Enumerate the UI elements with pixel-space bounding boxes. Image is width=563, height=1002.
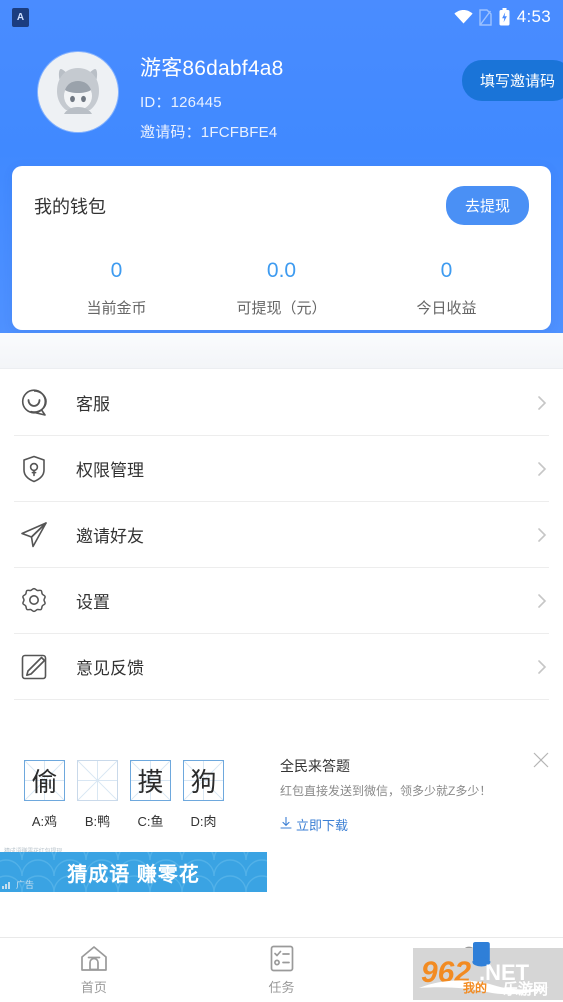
puzzle-option: D:肉	[190, 814, 217, 829]
svg-text:乐游网: 乐游网	[503, 980, 548, 998]
stat-value: 0	[440, 259, 453, 282]
tab-label: 首页	[80, 980, 107, 995]
wallet-title: 我的钱包	[34, 196, 106, 217]
section-divider	[0, 333, 563, 369]
stat-today-earnings: 0 今日收益	[364, 259, 529, 318]
wallet-header: 我的钱包 去提现	[34, 186, 529, 225]
home-icon	[80, 944, 108, 972]
ad-puzzle: 偷 摸 狗 A:鸡 B:鸭 C:鱼 D:肉	[24, 760, 224, 830]
puzzle-tile-char: 摸	[137, 768, 164, 798]
battery-charging-icon	[499, 8, 510, 26]
puzzle-tile: 狗	[183, 760, 224, 801]
menu-item-label: 意见反馈	[76, 659, 144, 678]
edit-note-icon	[14, 652, 54, 682]
puzzle-tile: 偷	[24, 760, 65, 801]
menu-item-customer-service[interactable]: 客服	[14, 370, 549, 436]
ad-label-text: 广告	[16, 880, 35, 890]
paper-plane-icon	[14, 520, 54, 550]
stat-value: 0.0	[266, 259, 297, 282]
sim-missing-icon	[479, 8, 492, 26]
stat-label: 当前金币	[86, 300, 147, 317]
tab-tasks[interactable]: 任务	[188, 938, 376, 1002]
puzzle-option: B:鸭	[84, 814, 111, 829]
banner-text: 猜成语 赚零花	[67, 863, 200, 886]
chevron-right-icon	[535, 461, 549, 476]
stat-label: 今日收益	[416, 300, 477, 317]
status-bar-right: 4:53	[454, 7, 551, 27]
site-watermark: 962 .NET 我的 乐游网	[405, 942, 563, 1000]
ad-title: 全民来答题	[280, 758, 350, 774]
wallet-card: 我的钱包 去提现 0 当前金币 0.0 可提现（元） 0 今日收益	[12, 166, 551, 330]
stat-value: 0	[110, 259, 123, 282]
menu-item-settings[interactable]: 设置	[14, 568, 549, 634]
wifi-icon	[454, 10, 473, 24]
puzzle-options: A:鸡 B:鸭 C:鱼 D:肉	[24, 811, 224, 830]
app-badge-icon: A	[12, 7, 29, 27]
puzzle-tiles: 偷 摸 狗	[24, 760, 224, 801]
puzzle-option: A:鸡	[31, 814, 58, 829]
stat-label: 可提现（元）	[236, 300, 327, 317]
puzzle-tile	[77, 760, 118, 801]
user-id: ID：126445	[140, 94, 222, 111]
puzzle-tile-char: 偷	[31, 768, 58, 798]
ad-download-label: 立即下载	[296, 818, 349, 833]
close-icon[interactable]	[533, 752, 549, 768]
ad-description: 红包直接发送到微信，领多少就Z多少！	[280, 784, 492, 798]
chevron-right-icon	[535, 395, 549, 410]
fill-invite-code-button[interactable]: 填写邀请码	[461, 60, 563, 101]
advertisement[interactable]: 偷 摸 狗 A:鸡 B:鸭 C:鱼 D:肉 全民来答题 红包直接发送到微信，领多…	[0, 742, 563, 852]
wallet-stats: 0 当前金币 0.0 可提现（元） 0 今日收益	[34, 259, 529, 318]
user-invite-code: 邀请码：1FCFBFE4	[140, 124, 278, 141]
profile-section: 游客86dabf4a8 ID：126445 邀请码：1FCFBFE4 填写邀请码	[0, 46, 563, 156]
menu-item-label: 客服	[76, 395, 110, 414]
menu-list: 客服 权限管理 邀请好友 设置 意见反馈	[0, 370, 563, 700]
ad-banner[interactable]: 猜成语 赚零花 广告	[0, 852, 267, 892]
ad-label: 广告	[2, 878, 34, 891]
chevron-right-icon	[535, 593, 549, 608]
download-icon	[280, 816, 292, 832]
menu-item-label: 邀请好友	[76, 527, 144, 546]
stat-withdrawable: 0.0 可提现（元）	[199, 259, 364, 318]
menu-item-permissions[interactable]: 权限管理	[14, 436, 549, 502]
menu-item-feedback[interactable]: 意见反馈	[14, 634, 549, 700]
profile-header: A 4:53 游客86dabf4a8 ID：126445 邀请码：1FCFBFE…	[0, 0, 563, 333]
task-list-icon	[270, 944, 294, 972]
withdraw-button[interactable]: 去提现	[445, 186, 529, 225]
avatar[interactable]	[38, 52, 118, 132]
puzzle-tile-char: 狗	[190, 768, 217, 798]
gear-icon	[14, 586, 54, 616]
ad-download-link[interactable]: 立即下载	[280, 815, 540, 834]
ad-text: 全民来答题 红包直接发送到微信，领多少就Z多少！ 立即下载	[280, 756, 540, 834]
profile-info: 游客86dabf4a8 ID：126445 邀请码：1FCFBFE4	[140, 46, 283, 142]
ad-bars-icon	[2, 881, 10, 889]
menu-item-label: 权限管理	[76, 461, 144, 480]
menu-item-label: 设置	[76, 593, 110, 612]
puzzle-tile: 摸	[130, 760, 171, 801]
svg-text:我的: 我的	[463, 980, 487, 995]
clock: 4:53	[516, 7, 551, 26]
chevron-right-icon	[535, 527, 549, 542]
tab-home[interactable]: 首页	[0, 938, 188, 1002]
chevron-right-icon	[535, 659, 549, 674]
stat-coins: 0 当前金币	[34, 259, 199, 318]
menu-item-invite-friends[interactable]: 邀请好友	[14, 502, 549, 568]
shield-key-icon	[14, 454, 54, 484]
status-bar: A 4:53	[0, 0, 563, 34]
user-name: 游客86dabf4a8	[140, 57, 284, 80]
puzzle-option: C:鱼	[137, 814, 164, 829]
smiley-chat-icon	[14, 388, 54, 418]
tab-label: 任务	[268, 980, 295, 995]
app-root: A 4:53 游客86dabf4a8 ID：126445 邀请码：1FCFBFE…	[0, 0, 563, 1002]
